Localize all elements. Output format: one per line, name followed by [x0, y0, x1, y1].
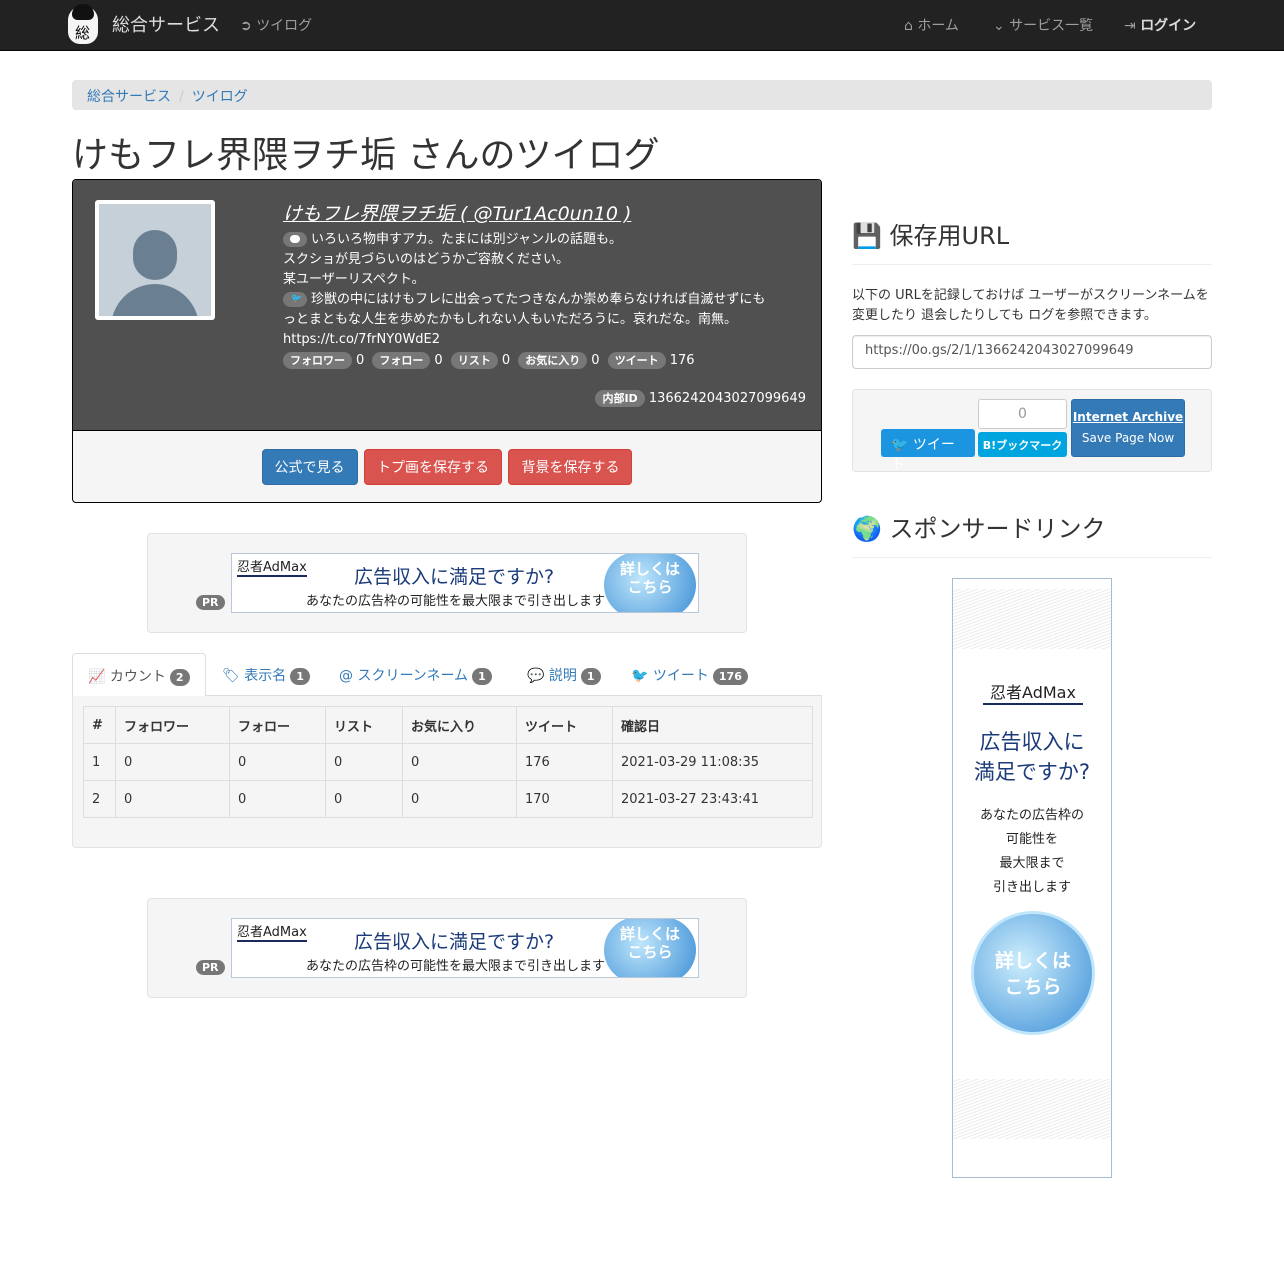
line-chart-icon: 📈	[88, 669, 106, 685]
home-icon: ⌂	[904, 18, 913, 34]
sign-in-icon: ⇥	[1124, 18, 1136, 34]
profile-description: いろいろ物申すアカ。たまには別ジャンルの話題も。 スクショが見づらいのはどうかご…	[283, 232, 766, 347]
comment-icon: 💬	[527, 668, 545, 684]
ad-cta[interactable]: 詳しくは こちら	[971, 911, 1095, 1035]
share-panel: 🐦 ツイート 0 B!ブックマーク Internet Archive Save …	[852, 389, 1212, 473]
stat-label: フォロワー	[283, 352, 352, 369]
profile-name-link[interactable]: けもフレ界隈ヲチ垢 ( @Tur1Ac0un10 )	[283, 202, 805, 226]
floppy-disk-icon: 💾	[852, 222, 882, 250]
tab-display-name[interactable]: 🏷 表示名 1	[207, 653, 325, 696]
ad-cta[interactable]: 詳しくは こちら	[604, 554, 696, 612]
chevron-down-icon: ⌄	[993, 18, 1005, 34]
at-icon: @	[339, 668, 353, 684]
twitter-icon: 🐦	[631, 668, 649, 684]
save-background-button[interactable]: 背景を保存する	[508, 449, 633, 485]
internal-id: 内部ID 1366242043027099649	[595, 390, 806, 407]
tab-tweets[interactable]: 🐦 ツイート 176	[616, 653, 763, 696]
tab-description[interactable]: 💬 説明 1	[512, 653, 616, 696]
tab-count[interactable]: 📈 カウント 2	[72, 653, 206, 697]
sponsor-heading: 🌍 スポンサードリンク	[852, 515, 1106, 543]
stat-label: リスト	[450, 352, 498, 369]
count-table: # フォロワー フォロー リスト お気に入り ツイート 確認日 1 0 0 0 …	[83, 706, 813, 818]
ad-banner[interactable]: 忍者AdMax 広告収入に満足ですか? あなたの広告枠の可能性を最大限まで引き出…	[231, 553, 699, 613]
profile-buttons: 公式で見る トプ画を保存する 背景を保存する	[73, 449, 821, 485]
table-row: 1 0 0 0 0 176 2021-03-29 11:08:35	[83, 743, 813, 781]
nav-home-link[interactable]: ⌂ ホーム	[904, 15, 959, 35]
sidebar-ad[interactable]: 忍者AdMax 広告収入に 満足ですか? あなたの広告枠の 可能性を 最大限まで …	[952, 578, 1112, 1178]
globe-icon: 🌍	[852, 515, 882, 543]
ad-container: PR 忍者AdMax 広告収入に満足ですか? あなたの広告枠の可能性を最大限まで…	[147, 533, 747, 633]
nav-login-link[interactable]: ⇥ ログイン	[1124, 15, 1196, 35]
breadcrumb: 総合サービス / ツイログ	[72, 80, 1212, 110]
nav-twilog-link[interactable]: ➲ ツイログ	[240, 15, 312, 35]
profile-stats: フォロワー 0 フォロー 0 リスト 0 お気に入り 0 ツイート 176	[283, 351, 805, 371]
pr-badge: PR	[196, 595, 225, 610]
profile-info: けもフレ界隈ヲチ垢 ( @Tur1Ac0un10 ) いろいろ物申すアカ。たまに…	[283, 202, 805, 371]
ad-banner[interactable]: 忍者AdMax 広告収入に満足ですか? あなたの広告枠の可能性を最大限まで引き出…	[231, 918, 699, 978]
twitter-icon: 🐦	[283, 292, 307, 307]
pr-badge: PR	[196, 960, 225, 975]
stat-label: ツイート	[607, 352, 666, 369]
comment-icon	[283, 232, 307, 247]
hatena-count: 0	[978, 399, 1067, 429]
tag-icon: 🏷	[222, 668, 240, 684]
breadcrumb-home[interactable]: 総合サービス	[87, 89, 171, 105]
save-url-input[interactable]: https://0o.gs/2/1/1366242043027099649	[852, 335, 1212, 369]
chevron-circle-right-icon: ➲	[240, 18, 252, 34]
save-url-heading: 💾 保存用URL	[852, 222, 1010, 250]
tab-screen-name[interactable]: @ スクリーンネーム 1	[324, 653, 507, 696]
penguin-logo-icon: 総	[62, 2, 104, 46]
profile-panel: けもフレ界隈ヲチ垢 ( @Tur1Ac0un10 ) いろいろ物申すアカ。たまに…	[72, 179, 822, 503]
tweet-button[interactable]: 🐦 ツイート	[881, 429, 975, 473]
navbar: 総 総合サービス ➲ ツイログ ⌂ ホーム ⌄ サービス一覧 ⇥ ログイン	[0, 0, 1284, 51]
ad-cta[interactable]: 詳しくは こちら	[604, 919, 696, 977]
save-url-help: 以下の URLを記録しておけば ユーザーがスクリーンネームを変更したり 退会した…	[852, 288, 1209, 323]
tab-panel-count: # フォロワー フォロー リスト お気に入り ツイート 確認日 1 0 0 0 …	[72, 696, 822, 848]
breadcrumb-twilog[interactable]: ツイログ	[192, 89, 248, 105]
nav-services-dropdown[interactable]: ⌄ サービス一覧	[993, 15, 1093, 35]
save-avatar-button[interactable]: トプ画を保存する	[364, 449, 502, 485]
twitter-icon: 🐦	[891, 437, 909, 453]
stat-label: フォロー	[372, 352, 431, 369]
avatar	[95, 200, 215, 320]
ad-container: PR 忍者AdMax 広告収入に満足ですか? あなたの広告枠の可能性を最大限まで…	[147, 898, 747, 998]
hatena-bookmark-button[interactable]: B!ブックマーク	[978, 432, 1067, 457]
default-user-icon	[99, 204, 211, 316]
profile-header: けもフレ界隈ヲチ垢 ( @Tur1Ac0un10 ) いろいろ物申すアカ。たまに…	[73, 180, 821, 431]
internet-archive-button[interactable]: Internet Archive Save Page Now	[1071, 399, 1185, 457]
brand-name[interactable]: 総合サービス	[112, 11, 220, 37]
brand-link[interactable]: 総 総合サービス	[62, 2, 220, 46]
tab-bar: 📈 カウント 2 🏷 表示名 1 @ スクリーンネーム 1 💬 説明 1 🐦 ツイート 1…	[72, 653, 822, 697]
table-header-row: # フォロワー フォロー リスト お気に入り ツイート 確認日	[83, 706, 813, 744]
page-title: けもフレ界隈ヲチ垢 さんのツイログ	[72, 135, 660, 176]
tweet-link[interactable]: https://t.co/7frNY0WdE2	[283, 332, 440, 347]
stat-label: お気に入り	[518, 352, 588, 369]
table-row: 2 0 0 0 0 170 2021-03-27 23:43:41	[83, 780, 813, 818]
view-official-button[interactable]: 公式で見る	[261, 449, 358, 485]
